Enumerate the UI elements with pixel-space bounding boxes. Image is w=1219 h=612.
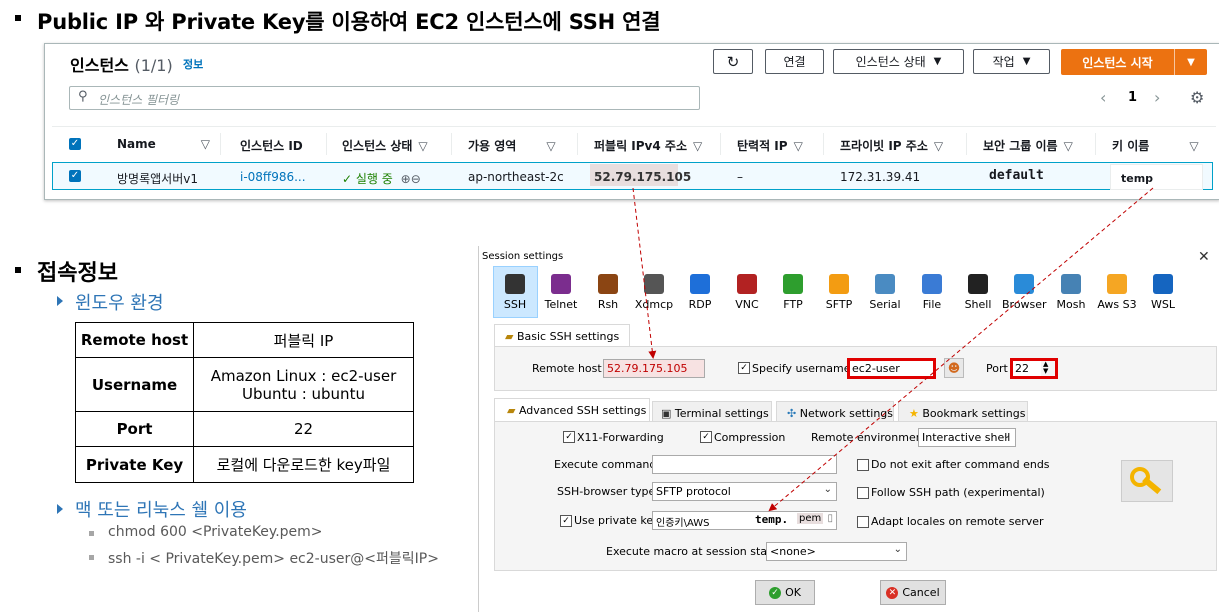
arrow-key-name bbox=[768, 187, 1154, 512]
arrow-public-ip bbox=[632, 187, 657, 359]
annotation-arrows bbox=[632, 187, 1154, 512]
